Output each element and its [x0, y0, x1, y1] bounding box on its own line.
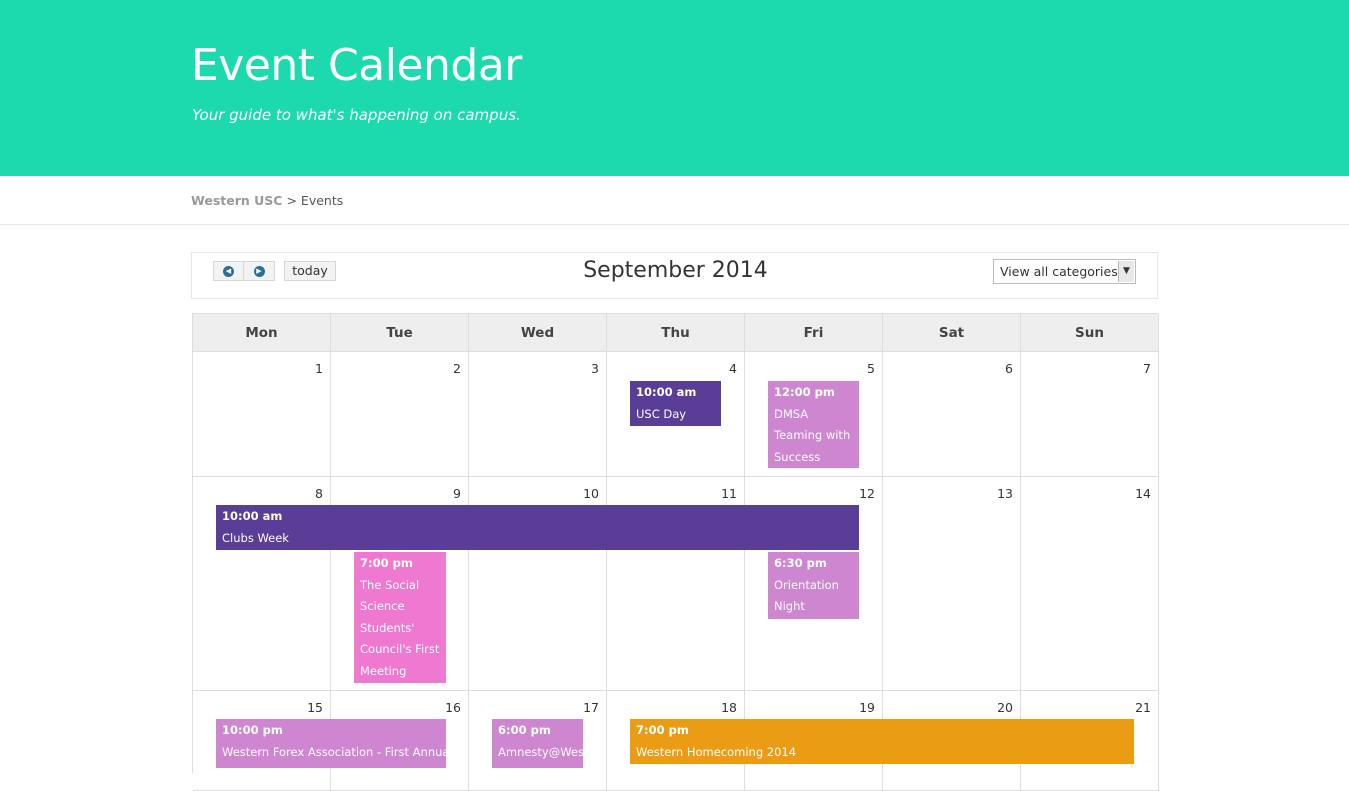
- category-select-value: View all categories: [1000, 264, 1118, 279]
- day-number: 14: [1135, 486, 1151, 501]
- event-title: DMSA Teaming with Success (Session 2): [774, 406, 851, 464]
- event-homecoming[interactable]: 7:00 pm Western Homecoming 2014: [630, 719, 1134, 764]
- event-title: Orientation Night: [774, 577, 839, 614]
- event-title: Clubs Week: [222, 530, 289, 545]
- event-usc-day[interactable]: 10:00 am USC Day: [630, 381, 721, 426]
- day-number: 5: [867, 361, 875, 376]
- breadcrumb-separator: >: [286, 193, 297, 208]
- event-title: Western Homecoming 2014: [636, 744, 797, 759]
- event-time: 7:00 pm: [636, 723, 689, 737]
- event-time: 12:00 pm: [774, 385, 835, 399]
- category-select[interactable]: View all categories ▼: [993, 259, 1136, 284]
- event-time: 7:00 pm: [360, 556, 413, 570]
- event-orientation[interactable]: 6:30 pm Orientation Night: [768, 552, 859, 619]
- event-time: 6:30 pm: [774, 556, 827, 570]
- event-social-science[interactable]: 7:00 pm The Social Science Students' Cou…: [354, 552, 446, 683]
- day-number: 19: [859, 700, 875, 715]
- dow-header-wed: Wed: [469, 314, 607, 352]
- event-forex[interactable]: 10:00 pm Western Forex Association - Fir…: [216, 719, 446, 768]
- breadcrumb-home-link[interactable]: Western USC: [191, 193, 282, 208]
- day-number: 18: [721, 700, 737, 715]
- event-time: 10:00 am: [222, 509, 283, 523]
- event-clubs-week[interactable]: 10:00 am Clubs Week: [216, 505, 859, 550]
- calendar-toolbar: September 2014 ◀ ▶ today View all catego…: [191, 252, 1158, 299]
- prev-month-button[interactable]: ◀: [213, 261, 244, 281]
- day-number: 11: [721, 486, 737, 501]
- day-number: 17: [583, 700, 599, 715]
- dow-header-fri: Fri: [745, 314, 883, 352]
- day-number: 1: [315, 361, 323, 376]
- day-cell[interactable]: 3: [469, 352, 607, 477]
- event-title: The Social Science Students' Council's F…: [360, 577, 440, 678]
- breadcrumb-current: Events: [300, 193, 344, 208]
- breadcrumb: Western USC > Events: [191, 193, 343, 208]
- event-time: 10:00 pm: [222, 723, 283, 737]
- dow-header-mon: Mon: [193, 314, 331, 352]
- dow-header-thu: Thu: [607, 314, 745, 352]
- dow-header-sat: Sat: [883, 314, 1021, 352]
- event-amnesty[interactable]: 6:00 pm Amnesty@Weste: [492, 719, 583, 768]
- day-number: 10: [583, 486, 599, 501]
- day-cell[interactable]: 7: [1021, 352, 1159, 477]
- day-number: 8: [315, 486, 323, 501]
- day-number: 6: [1005, 361, 1013, 376]
- breadcrumb-bar: Western USC > Events: [0, 176, 1349, 225]
- event-title: Western Forex Association - First Annual: [222, 744, 446, 759]
- today-button[interactable]: today: [284, 261, 336, 281]
- day-number: 7: [1143, 361, 1151, 376]
- day-number: 9: [453, 486, 461, 501]
- event-dmsa[interactable]: 12:00 pm DMSA Teaming with Success (Sess…: [768, 381, 859, 468]
- site-tagline: Your guide to what's happening on campus…: [192, 106, 521, 124]
- day-cell[interactable]: 14: [1021, 477, 1159, 691]
- dow-header-tue: Tue: [331, 314, 469, 352]
- day-number: 16: [445, 700, 461, 715]
- day-number: 12: [859, 486, 875, 501]
- day-number: 21: [1135, 700, 1151, 715]
- site-header: Event Calendar Your guide to what's happ…: [0, 0, 1349, 176]
- day-cell[interactable]: 13: [883, 477, 1021, 691]
- day-cell[interactable]: 6: [883, 352, 1021, 477]
- site-title: Event Calendar: [191, 40, 522, 91]
- day-number: 15: [307, 700, 323, 715]
- day-number: 13: [997, 486, 1013, 501]
- day-cell[interactable]: 2: [331, 352, 469, 477]
- event-time: 6:00 pm: [498, 723, 551, 737]
- dropdown-arrow-icon[interactable]: ▼: [1118, 261, 1134, 282]
- next-month-button[interactable]: ▶: [244, 261, 275, 281]
- day-number: 3: [591, 361, 599, 376]
- chevron-right-icon: ▶: [253, 265, 265, 277]
- day-number: 20: [997, 700, 1013, 715]
- dow-header-sun: Sun: [1021, 314, 1159, 352]
- event-title: Amnesty@Weste: [498, 744, 583, 759]
- event-title: USC Day: [636, 406, 687, 421]
- calendar-nav: ◀ ▶: [213, 261, 275, 281]
- day-cell[interactable]: 1: [193, 352, 331, 477]
- chevron-left-icon: ◀: [223, 265, 234, 277]
- day-number: 4: [729, 361, 737, 376]
- event-time: 10:00 am: [636, 385, 697, 399]
- day-number: 2: [453, 361, 461, 376]
- calendar-grid: Mon Tue Wed Thu Fri Sat Sun 1 2 3 4 5 6 …: [192, 313, 1159, 791]
